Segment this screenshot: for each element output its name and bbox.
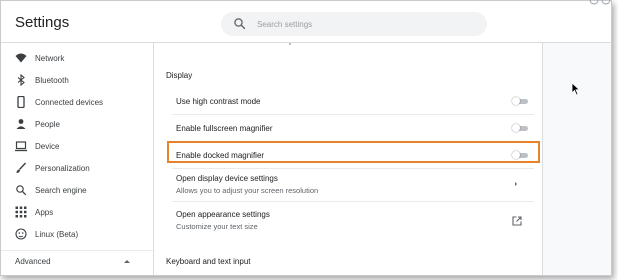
app-title: Settings — [15, 14, 70, 31]
sidebar-item-network[interactable]: Network — [1, 47, 153, 69]
row-display-device-settings[interactable]: Open display device settings Allows you … — [172, 171, 534, 202]
chevron-right-icon — [515, 182, 517, 186]
window-controls-hint — [589, 0, 611, 5]
row-label: Open appearance settings — [176, 210, 270, 219]
sidebar-item-device[interactable]: Device — [1, 135, 153, 157]
sidebar-item-bluetooth[interactable]: Bluetooth — [1, 69, 153, 91]
highlight-box — [167, 141, 540, 163]
sidebar-item-label: Search engine — [35, 185, 87, 195]
top-bar: Settings — [1, 1, 611, 43]
row-high-contrast[interactable]: Use high contrast mode — [172, 88, 534, 115]
search-input[interactable] — [257, 14, 477, 34]
wifi-icon — [15, 53, 27, 63]
row-appearance-settings[interactable]: Open appearance settings Customize your … — [172, 207, 534, 237]
sidebar-item-label: Device — [35, 141, 60, 151]
toggle-knob — [512, 124, 520, 132]
search-box[interactable] — [221, 12, 487, 36]
linux-icon — [15, 228, 27, 240]
row-sublabel: Allows you to adjust your screen resolut… — [176, 186, 319, 195]
settings-window: Settings Network Bluetooth Conne — [0, 0, 612, 276]
sidebar-item-label: Bluetooth — [35, 75, 69, 85]
sidebar-item-label: Network — [35, 53, 65, 63]
fullscreen-magnifier-toggle[interactable] — [512, 124, 528, 132]
advanced-label: Advanced — [15, 257, 51, 266]
sidebar-item-label: Connected devices — [35, 97, 104, 107]
sidebar-item-search-engine[interactable]: Search engine — [1, 179, 153, 201]
sidebar-item-personalization[interactable]: Personalization — [1, 157, 153, 179]
external-link-icon — [512, 216, 522, 226]
section-title-keyboard: Keyboard and text input — [166, 257, 251, 266]
chevron-up-icon — [124, 260, 130, 263]
laptop-icon — [15, 141, 27, 152]
sidebar-item-apps[interactable]: Apps — [1, 201, 153, 223]
row-label: Use high contrast mode — [176, 97, 261, 106]
sidebar-item-label: Personalization — [35, 163, 90, 173]
search-icon — [16, 185, 27, 196]
sidebar-item-label: Linux (Beta) — [35, 229, 79, 239]
row-label: Enable fullscreen magnifier — [176, 124, 273, 133]
high-contrast-toggle[interactable] — [512, 97, 528, 105]
mouse-cursor-icon — [571, 82, 581, 96]
bluetooth-icon — [17, 74, 25, 86]
sidebar-item-linux[interactable]: Linux (Beta) — [1, 223, 153, 245]
sidebar-item-people[interactable]: People — [1, 113, 153, 135]
apps-grid-icon — [15, 206, 27, 218]
sidebar: Network Bluetooth Connected devices Peop… — [1, 43, 153, 275]
divider — [289, 43, 291, 45]
row-label: Open display device settings — [176, 174, 278, 183]
row-sublabel: Customize your text size — [176, 222, 258, 231]
person-icon — [16, 119, 26, 129]
row-fullscreen-magnifier[interactable]: Enable fullscreen magnifier — [172, 115, 534, 142]
search-icon — [234, 18, 246, 30]
toggle-knob — [512, 97, 520, 105]
section-title-display: Display — [166, 71, 193, 80]
sidebar-item-connected-devices[interactable]: Connected devices — [1, 91, 153, 113]
sidebar-item-label: People — [35, 119, 60, 129]
advanced-toggle[interactable]: Advanced — [1, 250, 153, 273]
sidebar-item-label: Apps — [35, 207, 54, 217]
brush-icon — [16, 162, 27, 173]
phone-icon — [17, 96, 25, 108]
